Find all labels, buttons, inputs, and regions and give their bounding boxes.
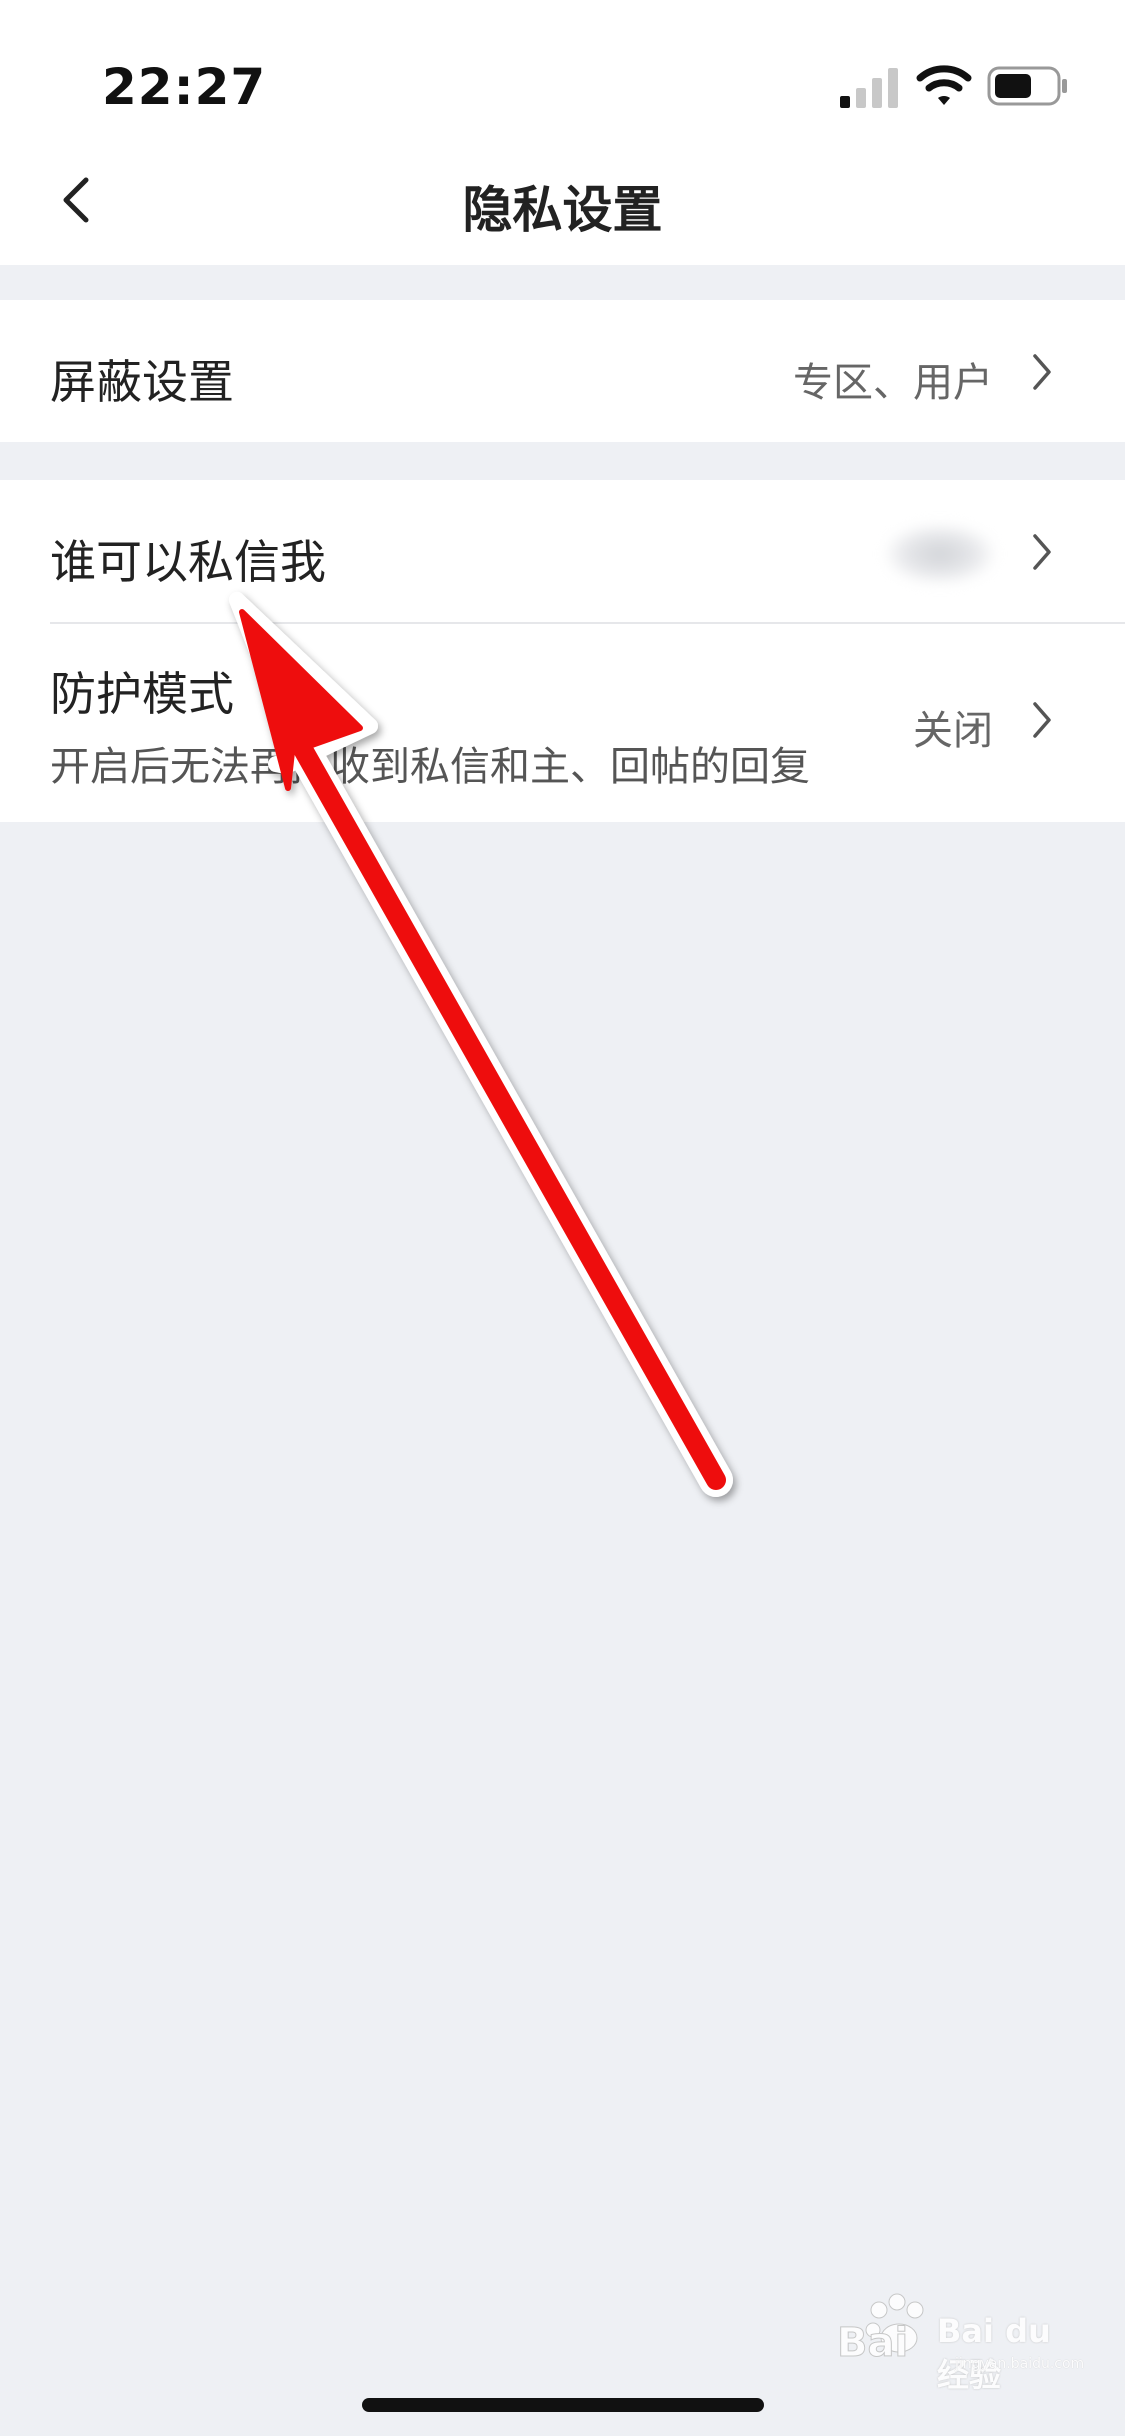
row-shield-settings[interactable]: 屏蔽设置 专区、用户 <box>0 300 1125 442</box>
row-description: 开启后无法再接收到私信和主、回帖的回复 <box>50 744 810 790</box>
section-privacy: 谁可以私信我 防护模式 开启后无法再接收到私信和主、回帖的回复 关闭 <box>0 480 1125 822</box>
svg-text:Bai: Bai <box>837 2320 908 2366</box>
battery-icon <box>987 66 1067 106</box>
chevron-right-icon <box>1033 534 1051 570</box>
row-protection-mode[interactable]: 防护模式 开启后无法再接收到私信和主、回帖的回复 关闭 <box>0 622 1125 822</box>
watermark-brand: Bai du 经验 <box>937 2312 1051 2394</box>
obscured-value <box>885 524 995 584</box>
row-label: 谁可以私信我 <box>50 535 326 589</box>
baidu-watermark: Bai Bai du 经验 jingyan.baidu.com <box>837 2286 1084 2394</box>
status-time: 22:27 <box>102 58 267 116</box>
row-value: 专区、用户 <box>793 360 993 406</box>
row-value: 关闭 <box>913 708 993 754</box>
watermark-url: jingyan.baidu.com <box>955 2356 1085 2372</box>
row-label: 防护模式 <box>50 667 234 721</box>
screen: 22:27 隐私设置 屏蔽设置 专区、用户 谁可以私信我 防护模式 开启后无法再… <box>0 0 1125 2436</box>
section-shield: 屏蔽设置 专区、用户 <box>0 300 1125 442</box>
home-indicator[interactable] <box>362 2398 764 2412</box>
row-label: 屏蔽设置 <box>50 355 234 409</box>
chevron-right-icon <box>1033 354 1051 390</box>
chevron-right-icon <box>1033 702 1051 738</box>
nav-bar: 隐私设置 <box>0 150 1125 265</box>
status-bar: 22:27 <box>0 0 1125 150</box>
page-title: 隐私设置 <box>462 181 663 239</box>
row-who-can-dm[interactable]: 谁可以私信我 <box>0 480 1125 622</box>
wifi-icon <box>916 65 972 105</box>
signal-icon <box>840 68 898 108</box>
